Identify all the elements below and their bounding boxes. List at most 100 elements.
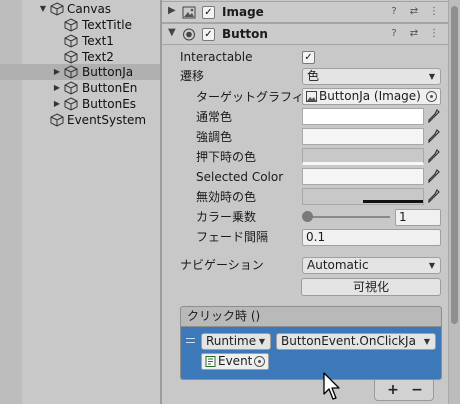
target-graphic-field[interactable]: ButtonJa (Image) bbox=[302, 88, 441, 105]
hierarchy-item-buttonja[interactable]: ▶ ButtonJa bbox=[0, 64, 160, 80]
presets-icon[interactable]: ⇄ bbox=[408, 28, 420, 40]
gameobject-cube-icon bbox=[50, 2, 64, 16]
alpha-bar bbox=[363, 200, 423, 203]
pressed-color-swatch[interactable] bbox=[302, 148, 424, 165]
disabled-color-label: 無効時の色 bbox=[196, 190, 257, 204]
target-graphic-value: ButtonJa (Image) bbox=[319, 89, 421, 103]
eyedropper-icon[interactable] bbox=[428, 189, 440, 203]
button-component-icon bbox=[183, 28, 195, 41]
image-component-header[interactable]: ▶ ✓ Image ? ⇄ ⋮ bbox=[162, 1, 448, 23]
navigation-label: ナビゲーション bbox=[180, 258, 264, 272]
color-multiplier-input[interactable]: 1 bbox=[395, 209, 441, 226]
help-icon[interactable]: ? bbox=[388, 6, 400, 18]
eyedropper-icon[interactable] bbox=[428, 129, 440, 143]
hierarchy-item-eventsystem[interactable]: EventSystem bbox=[0, 112, 160, 128]
hierarchy-item-label: EventSystem bbox=[67, 113, 147, 127]
event-list-footer: + − bbox=[374, 380, 434, 401]
button-component-header[interactable]: ▼ ✓ Button ? ⇄ ⋮ bbox=[162, 23, 448, 45]
collapsed-arrow-icon[interactable]: ▶ bbox=[52, 96, 62, 112]
gameobject-cube-icon bbox=[64, 50, 78, 64]
inspector-scrollbar[interactable] bbox=[448, 0, 460, 404]
dropdown-arrow-icon: ▼ bbox=[423, 337, 430, 346]
transition-value: 色 bbox=[307, 69, 320, 83]
context-menu-icon[interactable]: ⋮ bbox=[428, 28, 440, 40]
hierarchy-item-text1[interactable]: Text1 bbox=[0, 33, 160, 49]
onclick-header: クリック時 () bbox=[181, 307, 441, 327]
onclick-event-panel: クリック時 () Runtime ▼ ButtonEvent.OnClickJa… bbox=[180, 306, 442, 380]
visualize-button[interactable]: 可視化 bbox=[301, 278, 441, 296]
object-picker-icon[interactable] bbox=[254, 356, 265, 367]
hierarchy-item-buttonen[interactable]: ▶ ButtonEn bbox=[0, 80, 160, 96]
expanded-arrow-icon[interactable]: ▼ bbox=[168, 27, 176, 38]
hierarchy-item-canvas[interactable]: ▼ Canvas bbox=[0, 1, 160, 17]
drag-handle-icon[interactable] bbox=[186, 338, 195, 343]
hierarchy-item-label: Text1 bbox=[82, 34, 114, 48]
hierarchy-item-label: Text2 bbox=[82, 50, 114, 64]
gameobject-cube-icon bbox=[64, 97, 78, 111]
collapsed-arrow-icon[interactable]: ▶ bbox=[52, 64, 62, 80]
function-value: ButtonEvent.OnClickJa bbox=[281, 334, 416, 348]
gameobject-cube-icon bbox=[64, 81, 78, 95]
eyedropper-icon[interactable] bbox=[428, 109, 440, 123]
script-object-icon bbox=[205, 356, 216, 367]
gameobject-cube-icon bbox=[64, 34, 78, 48]
runtime-dropdown[interactable]: Runtime ▼ bbox=[201, 333, 271, 350]
collapsed-arrow-icon[interactable]: ▶ bbox=[168, 5, 176, 16]
context-menu-icon[interactable]: ⋮ bbox=[428, 6, 440, 18]
hierarchy-item-text2[interactable]: Text2 bbox=[0, 49, 160, 65]
hierarchy-item-buttones[interactable]: ▶ ButtonEs bbox=[0, 96, 160, 112]
highlight-color-label: 強調色 bbox=[196, 130, 233, 144]
fade-duration-input[interactable]: 0.1 bbox=[302, 229, 441, 246]
dropdown-arrow-icon: ▼ bbox=[428, 72, 435, 81]
normal-color-label: 通常色 bbox=[196, 110, 233, 124]
collapsed-arrow-icon[interactable]: ▶ bbox=[52, 80, 62, 96]
remove-listener-button[interactable]: − bbox=[407, 380, 427, 400]
event-object-value: Event! bbox=[218, 354, 252, 368]
color-multiplier-track[interactable] bbox=[306, 216, 390, 218]
normal-color-swatch[interactable] bbox=[302, 108, 424, 125]
hierarchy-panel: ▼ Canvas TextTitle Text1 Text2 ▶ ButtonJ… bbox=[0, 0, 160, 404]
color-multiplier-label: カラー乗数 bbox=[196, 210, 257, 224]
disabled-color-swatch[interactable] bbox=[302, 188, 424, 205]
mouse-cursor-icon bbox=[323, 372, 340, 400]
navigation-value: Automatic bbox=[307, 258, 369, 272]
image-component-icon bbox=[182, 6, 196, 19]
hierarchy-item-label: TextTitle bbox=[82, 18, 132, 32]
image-enabled-checkbox[interactable]: ✓ bbox=[202, 6, 215, 19]
add-listener-button[interactable]: + bbox=[383, 380, 403, 400]
image-component-title: Image bbox=[222, 5, 264, 19]
eyedropper-icon[interactable] bbox=[428, 149, 440, 163]
color-multiplier-slider[interactable] bbox=[302, 211, 313, 222]
interactable-label: Interactable bbox=[180, 50, 253, 64]
runtime-value: Runtime bbox=[206, 334, 257, 348]
hierarchy-item-label: ButtonEn bbox=[82, 81, 138, 95]
hierarchy-item-texttitle[interactable]: TextTitle bbox=[0, 17, 160, 33]
dropdown-arrow-icon: ▼ bbox=[258, 337, 265, 346]
highlight-color-swatch[interactable] bbox=[302, 128, 424, 145]
selected-color-label: Selected Color bbox=[196, 170, 284, 184]
selected-color-swatch[interactable] bbox=[302, 168, 424, 185]
hierarchy-item-label: ButtonEs bbox=[82, 97, 137, 111]
event-object-field[interactable]: Event! bbox=[201, 353, 269, 370]
object-picker-icon[interactable] bbox=[426, 91, 437, 102]
presets-icon[interactable]: ⇄ bbox=[408, 6, 420, 18]
eyedropper-icon[interactable] bbox=[428, 169, 440, 183]
expanded-arrow-icon[interactable]: ▼ bbox=[38, 1, 48, 17]
transition-dropdown[interactable]: 色 ▼ bbox=[302, 68, 441, 85]
transition-label: 遷移 bbox=[180, 69, 205, 83]
dropdown-arrow-icon: ▼ bbox=[428, 261, 435, 270]
scrollbar-thumb[interactable] bbox=[451, 6, 458, 324]
image-component-icon bbox=[306, 91, 317, 102]
hierarchy-item-label: ButtonJa bbox=[82, 65, 134, 79]
inspector-panel: ▶ ✓ Image ? ⇄ ⋮ ▼ ✓ Button ? ⇄ ⋮ Interac… bbox=[162, 0, 448, 404]
button-enabled-checkbox[interactable]: ✓ bbox=[202, 28, 215, 41]
gameobject-cube-icon bbox=[50, 113, 64, 127]
pressed-color-label: 押下時の色 bbox=[196, 150, 257, 164]
help-icon[interactable]: ? bbox=[388, 28, 400, 40]
function-dropdown[interactable]: ButtonEvent.OnClickJa ▼ bbox=[276, 333, 436, 350]
hierarchy-item-label: Canvas bbox=[67, 2, 112, 16]
interactable-checkbox[interactable]: ✓ bbox=[302, 51, 315, 64]
gameobject-cube-icon bbox=[64, 65, 78, 79]
navigation-dropdown[interactable]: Automatic ▼ bbox=[302, 257, 441, 274]
fade-duration-label: フェード間隔 bbox=[196, 230, 269, 244]
